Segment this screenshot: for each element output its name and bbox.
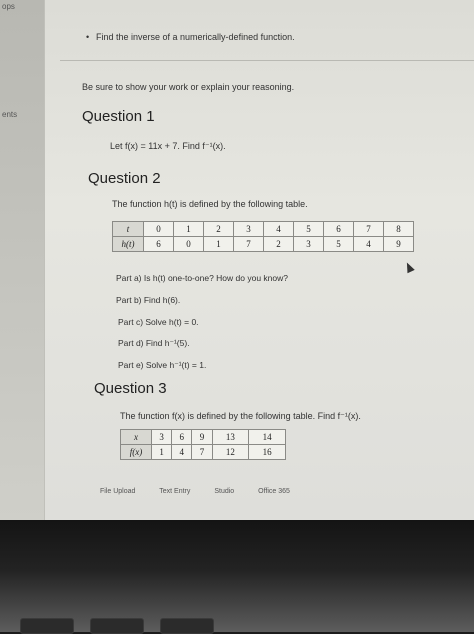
table-cell: 1 — [173, 221, 204, 237]
table-cell: 3 — [150, 429, 173, 445]
table-cell: 7 — [191, 444, 213, 460]
table-cell: 2 — [263, 236, 294, 252]
sidebar-label-mid: ents — [2, 110, 18, 119]
q2-part-c: Part c) Solve h(t) = 0. — [118, 317, 199, 327]
table-cell: 1 — [203, 236, 234, 252]
table-cell: 12 — [211, 444, 250, 460]
table-cell: 6 — [143, 236, 174, 252]
tab-text-entry[interactable]: Text Entry — [159, 488, 190, 495]
tab-file-upload[interactable]: File Upload — [100, 488, 135, 495]
table-cell: 5 — [293, 221, 324, 237]
q2-part-b: Part b) Find h(6). — [116, 295, 181, 305]
table-header-cell: x — [120, 429, 152, 445]
q1-title: Question 1 — [82, 108, 155, 125]
q2-part-a: Part a) Is h(t) one-to-one? How do you k… — [116, 273, 288, 283]
course-nav-sidebar: ops ents — [0, 0, 45, 520]
table-header-cell: f(x) — [120, 444, 152, 460]
q3-table: x 3 6 9 13 14 f(x) 1 4 7 12 16 — [120, 429, 286, 460]
table-cell: 4 — [171, 444, 193, 460]
objective-text: Find the inverse of a numerically-define… — [96, 32, 295, 42]
q2-title: Question 2 — [88, 170, 161, 187]
submission-tabs: File Upload Text Entry Studio Office 365 — [100, 488, 312, 495]
divider — [60, 60, 474, 61]
tab-office-365[interactable]: Office 365 — [258, 488, 290, 495]
table-cell: 4 — [263, 221, 294, 237]
table-cell: 1 — [150, 444, 173, 460]
q3-intro: The function f(x) is defined by the foll… — [120, 411, 361, 421]
table-header-cell: h(t) — [112, 236, 144, 252]
table-row: t 0 1 2 3 4 5 6 7 8 — [112, 221, 414, 237]
table-cell: 13 — [211, 429, 250, 445]
sidebar-label-top: ops — [2, 2, 15, 11]
laptop-bezel — [0, 520, 474, 632]
table-cell: 6 — [323, 221, 354, 237]
objective-bullet: • — [86, 32, 90, 42]
q2-part-e: Part e) Solve h⁻¹(t) = 1. — [118, 360, 207, 370]
table-cell: 3 — [293, 236, 324, 252]
table-cell: 14 — [248, 429, 286, 445]
table-row: x 3 6 9 13 14 — [120, 429, 286, 445]
table-cell: 0 — [143, 221, 174, 237]
q2-intro: The function h(t) is defined by the foll… — [112, 199, 308, 209]
table-row: h(t) 6 0 1 7 2 3 5 4 9 — [112, 236, 414, 252]
table-cell: 9 — [383, 236, 414, 252]
table-cell: 5 — [323, 236, 354, 252]
assignment-content: • Find the inverse of a numerically-defi… — [60, 0, 474, 520]
instructions: Be sure to show your work or explain you… — [82, 82, 295, 92]
table-cell: 6 — [171, 429, 193, 445]
table-cell: 0 — [173, 236, 204, 252]
q1-prompt: Let f(x) = 11x + 7. Find f⁻¹(x). — [110, 141, 226, 151]
q2-part-d: Part d) Find h⁻¹(5). — [118, 338, 190, 348]
table-cell: 8 — [383, 221, 414, 237]
screen: ops ents • Find the inverse of a numeric… — [0, 0, 474, 520]
table-header-cell: t — [112, 221, 144, 237]
table-cell: 9 — [191, 429, 213, 445]
table-cell: 7 — [353, 221, 384, 237]
tab-studio[interactable]: Studio — [214, 488, 234, 495]
table-cell: 2 — [203, 221, 234, 237]
table-cell: 3 — [233, 221, 264, 237]
table-cell: 7 — [233, 236, 264, 252]
q2-table: t 0 1 2 3 4 5 6 7 8 h(t) 6 0 1 7 2 3 5 4 — [112, 221, 414, 252]
q3-title: Question 3 — [94, 380, 167, 397]
table-cell: 16 — [248, 444, 286, 460]
table-cell: 4 — [353, 236, 384, 252]
table-row: f(x) 1 4 7 12 16 — [120, 444, 286, 460]
